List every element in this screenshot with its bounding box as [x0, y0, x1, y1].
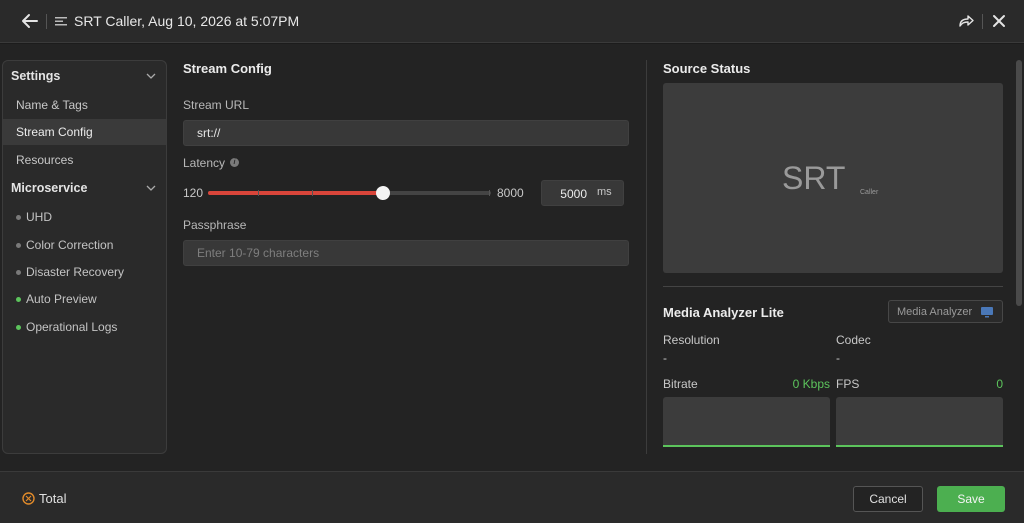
info-icon[interactable]: i: [230, 158, 239, 167]
sidebar-item-disaster-recovery[interactable]: Disaster Recovery: [3, 259, 166, 285]
chevron-down-icon: [146, 185, 156, 191]
section-divider: [663, 286, 1003, 287]
resolution-value: -: [663, 351, 667, 365]
dialog-header: SRT Caller, Aug 10, 2026 at 5:07PM: [0, 0, 1024, 43]
sidebar-item-label: Operational Logs: [26, 320, 118, 334]
sidebar-item-operational-logs[interactable]: Operational Logs: [3, 314, 166, 340]
cancel-button[interactable]: Cancel: [853, 486, 923, 512]
back-arrow-icon[interactable]: [20, 11, 40, 31]
srt-source-icon: [55, 17, 67, 26]
sidebar-item-auto-preview[interactable]: Auto Preview: [3, 286, 166, 312]
sidebar-item-label: Name & Tags: [16, 98, 88, 112]
media-analyzer-button[interactable]: Media Analyzer: [888, 300, 1003, 323]
codec-value: -: [836, 351, 840, 365]
source-preview: SRT Caller: [663, 83, 1003, 273]
dialog-title: SRT Caller, Aug 10, 2026 at 5:07PM: [74, 13, 300, 29]
bitrate-label: Bitrate: [663, 377, 698, 391]
scrollbar-thumb[interactable]: [1016, 60, 1022, 306]
sidebar-item-stream-config[interactable]: Stream Config: [3, 119, 166, 145]
latency-min-label: 120: [183, 186, 204, 200]
header-divider: [982, 14, 983, 29]
srt-caller-logo: SRT Caller: [782, 161, 879, 196]
logo-subtext: Caller: [860, 189, 879, 196]
sidebar-item-label: Auto Preview: [26, 292, 97, 306]
latency-value: 5000: [560, 187, 587, 201]
latency-slider[interactable]: [208, 186, 491, 200]
status-dot: [16, 243, 21, 248]
bitrate-sparkline: [663, 397, 830, 447]
dialog-body: Settings Name & Tags Stream Config Resou…: [0, 44, 1024, 471]
sidebar-item-uhd[interactable]: UHD: [3, 204, 166, 230]
latency-slider-thumb[interactable]: [376, 186, 391, 200]
sidebar-item-resources[interactable]: Resources: [3, 147, 166, 173]
total-label[interactable]: Total: [39, 491, 66, 506]
bitrate-value: 0 Kbps: [792, 377, 830, 391]
header-divider: [46, 14, 47, 29]
latency-label: Latency: [183, 156, 226, 170]
slider-tick: [258, 190, 259, 196]
stream-url-label: Stream URL: [183, 98, 250, 112]
sidebar-section-label: Microservice: [11, 181, 88, 195]
fps-label: FPS: [836, 377, 860, 391]
save-button[interactable]: Save: [937, 486, 1005, 512]
fps-sparkline: [836, 397, 1003, 447]
stream-config-title: Stream Config: [183, 61, 272, 76]
logo-text: SRT: [782, 161, 845, 196]
codec-label: Codec: [836, 333, 871, 347]
latency-value-field[interactable]: 5000 ms: [541, 180, 624, 206]
monitor-icon: [981, 307, 993, 318]
share-icon[interactable]: [957, 12, 975, 30]
chevron-down-icon: [146, 73, 156, 79]
settings-sidebar: Settings Name & Tags Stream Config Resou…: [2, 60, 167, 454]
media-analyzer-title: Media Analyzer Lite: [663, 305, 784, 320]
sidebar-section-settings[interactable]: Settings: [3, 65, 166, 89]
slider-tick: [312, 190, 313, 196]
dialog-footer: Total Cancel Save: [0, 471, 1024, 523]
status-dot: [16, 325, 21, 330]
sidebar-item-label: UHD: [26, 210, 52, 224]
sidebar-item-color-correction[interactable]: Color Correction: [3, 232, 166, 258]
sidebar-item-label: Color Correction: [26, 238, 114, 252]
sidebar-item-label: Stream Config: [16, 125, 93, 139]
sidebar-item-label: Disaster Recovery: [26, 265, 125, 279]
stream-url-input[interactable]: [183, 120, 629, 146]
status-dot: [16, 215, 21, 220]
total-icon: [22, 492, 35, 505]
sidebar-item-name-tags[interactable]: Name & Tags: [3, 92, 166, 118]
latency-max-label: 8000: [497, 186, 524, 200]
media-analyzer-button-label: Media Analyzer: [897, 306, 973, 318]
sidebar-section-label: Settings: [11, 69, 61, 83]
sidebar-item-label: Resources: [16, 153, 74, 167]
latency-unit: ms: [597, 186, 612, 198]
latency-slider-fill: [208, 191, 384, 195]
close-icon[interactable]: [991, 13, 1007, 29]
status-dot: [16, 297, 21, 302]
passphrase-input[interactable]: [183, 240, 629, 266]
slider-tick: [489, 190, 490, 196]
column-divider: [646, 60, 647, 454]
passphrase-label: Passphrase: [183, 218, 247, 232]
sidebar-section-microservice[interactable]: Microservice: [3, 177, 166, 201]
status-dot: [16, 270, 21, 275]
source-status-title: Source Status: [663, 61, 751, 76]
fps-value: 0: [996, 377, 1003, 391]
resolution-label: Resolution: [663, 333, 720, 347]
